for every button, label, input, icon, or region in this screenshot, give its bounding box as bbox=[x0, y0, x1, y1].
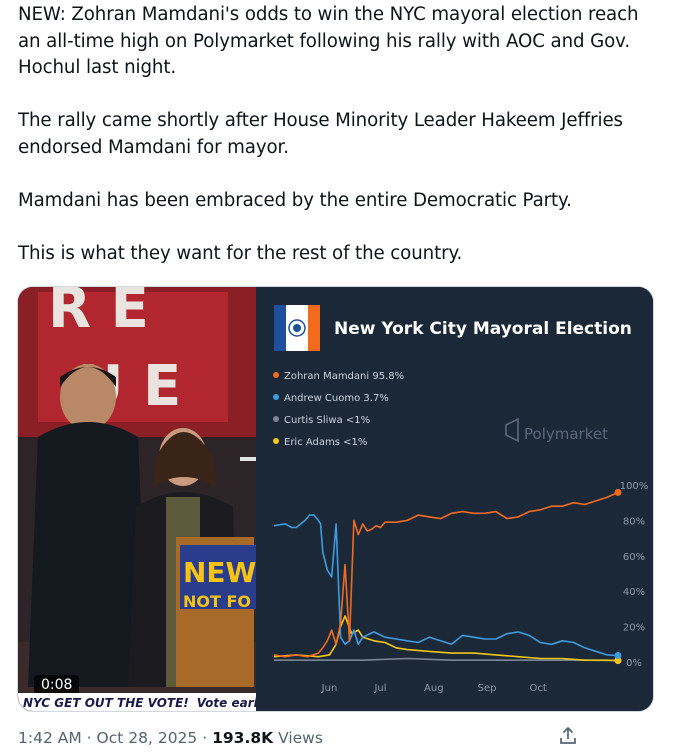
legend-adams: Eric Adams <1% bbox=[284, 437, 367, 448]
meta-separator: · bbox=[86, 729, 92, 747]
x-tick-label: Jun bbox=[321, 683, 338, 694]
legend-dot-mamdani bbox=[273, 372, 279, 378]
share-icon[interactable] bbox=[558, 726, 578, 750]
tweet-time[interactable]: 1:42 AM bbox=[18, 729, 82, 747]
tweet-paragraph: Mamdani has been embraced by the entire … bbox=[18, 189, 572, 211]
svg-text:R E: R E bbox=[48, 287, 149, 341]
x-tick-label: Jul bbox=[373, 683, 386, 694]
video-frame: R E U E NEW NOT FO bbox=[18, 287, 256, 711]
meta-separator: · bbox=[202, 729, 208, 747]
series-line-cuomo bbox=[273, 514, 619, 657]
media-card[interactable]: R E U E NEW NOT FO 0:08 NYC GET OUT THE … bbox=[17, 286, 654, 712]
tweet-paragraph: The rally came shortly after House Minor… bbox=[18, 110, 623, 158]
podium-sign-bottom: NOT FO bbox=[183, 592, 251, 611]
polymarket-logo: Polymarket bbox=[505, 417, 608, 443]
polymarket-wordmark: Polymarket bbox=[524, 425, 608, 443]
legend-cuomo: Andrew Cuomo 3.7% bbox=[284, 393, 389, 404]
y-tick-label: 20% bbox=[623, 623, 645, 634]
series-line-adams bbox=[273, 615, 619, 662]
video-player[interactable]: R E U E NEW NOT FO 0:08 NYC GET OUT THE … bbox=[18, 287, 256, 711]
y-tick-label: 60% bbox=[623, 552, 645, 563]
legend-dot-sliwa bbox=[273, 416, 279, 422]
banner-right-text: Vote early bbox=[196, 696, 256, 710]
tweet-meta: 1:42 AM · Oct 28, 2025 · 193.8K Views bbox=[18, 729, 323, 747]
banner-left-text: NYC GET OUT THE VOTE! bbox=[23, 696, 189, 710]
tweet-paragraph: This is what they want for the rest of t… bbox=[18, 242, 463, 264]
legend-dot-cuomo bbox=[273, 394, 279, 400]
x-tick-label: Aug bbox=[424, 683, 444, 694]
views-label: Views bbox=[278, 729, 323, 747]
podium-sign-top: NEW bbox=[183, 556, 256, 589]
y-tick-label: 40% bbox=[623, 587, 645, 598]
views-count: 193.8K bbox=[212, 729, 274, 747]
nyc-flag-icon bbox=[274, 305, 320, 351]
legend-sliwa: Curtis Sliwa <1% bbox=[284, 415, 370, 426]
chart-title: New York City Mayoral Election bbox=[334, 319, 632, 339]
chart-legend: Zohran Mamdani 95.8% Andrew Cuomo 3.7% C… bbox=[273, 371, 404, 448]
x-tick-label: Oct bbox=[529, 683, 546, 694]
chart-panel: New York City Mayoral Election Zohran Ma… bbox=[256, 287, 653, 711]
y-tick-label: 100% bbox=[620, 481, 649, 492]
series-endpoint-mamdani bbox=[614, 488, 622, 496]
x-tick-label: Sep bbox=[478, 683, 497, 694]
tweet-text: NEW: Zohran Mamdani's odds to win the NY… bbox=[18, 2, 663, 267]
legend-mamdani: Zohran Mamdani 95.8% bbox=[284, 371, 404, 382]
series-line-mamdani bbox=[273, 491, 619, 658]
y-tick-label: 0% bbox=[626, 658, 642, 669]
video-banner: NYC GET OUT THE VOTE! Vote early bbox=[18, 693, 256, 711]
polymarket-chart: New York City Mayoral Election Zohran Ma… bbox=[273, 305, 649, 694]
legend-dot-adams bbox=[273, 438, 279, 444]
y-tick-label: 80% bbox=[623, 516, 645, 527]
series-endpoint-cuomo bbox=[614, 651, 622, 659]
video-duration: 0:08 bbox=[34, 675, 80, 695]
tweet-paragraph: NEW: Zohran Mamdani's odds to win the NY… bbox=[18, 4, 639, 78]
tweet-date[interactable]: Oct 28, 2025 bbox=[97, 729, 198, 747]
